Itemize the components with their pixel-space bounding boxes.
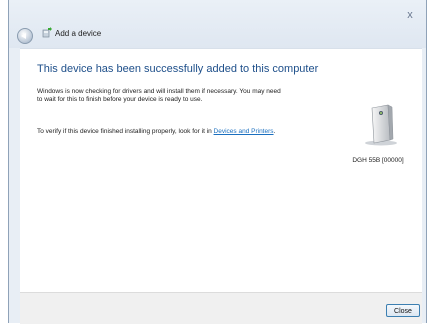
content-area: This device has been successfully added …	[20, 48, 422, 293]
close-button[interactable]: Close	[386, 304, 420, 317]
driver-info-text: Windows is now checking for drivers and …	[37, 88, 281, 103]
back-arrow-icon[interactable]	[17, 28, 33, 44]
success-heading: This device has been successfully added …	[37, 63, 319, 75]
window-close-button[interactable]: x	[402, 8, 418, 22]
device-tower-icon	[365, 104, 397, 146]
add-device-icon	[42, 27, 52, 38]
window-title: Add a device	[55, 29, 102, 38]
verify-text-suffix: .	[273, 128, 276, 135]
verify-text: To verify if this device finished instal…	[37, 128, 287, 136]
add-device-window: x Add a device This device has been succ…	[8, 0, 427, 324]
device-name-label: DGH 55B [00000]	[352, 157, 404, 164]
footer-bar: Close	[20, 292, 422, 324]
devices-printers-link[interactable]: Devices and Printers	[214, 128, 274, 135]
title-bar: x Add a device	[9, 0, 426, 48]
verify-text-prefix: To verify if this device finished instal…	[37, 128, 214, 135]
